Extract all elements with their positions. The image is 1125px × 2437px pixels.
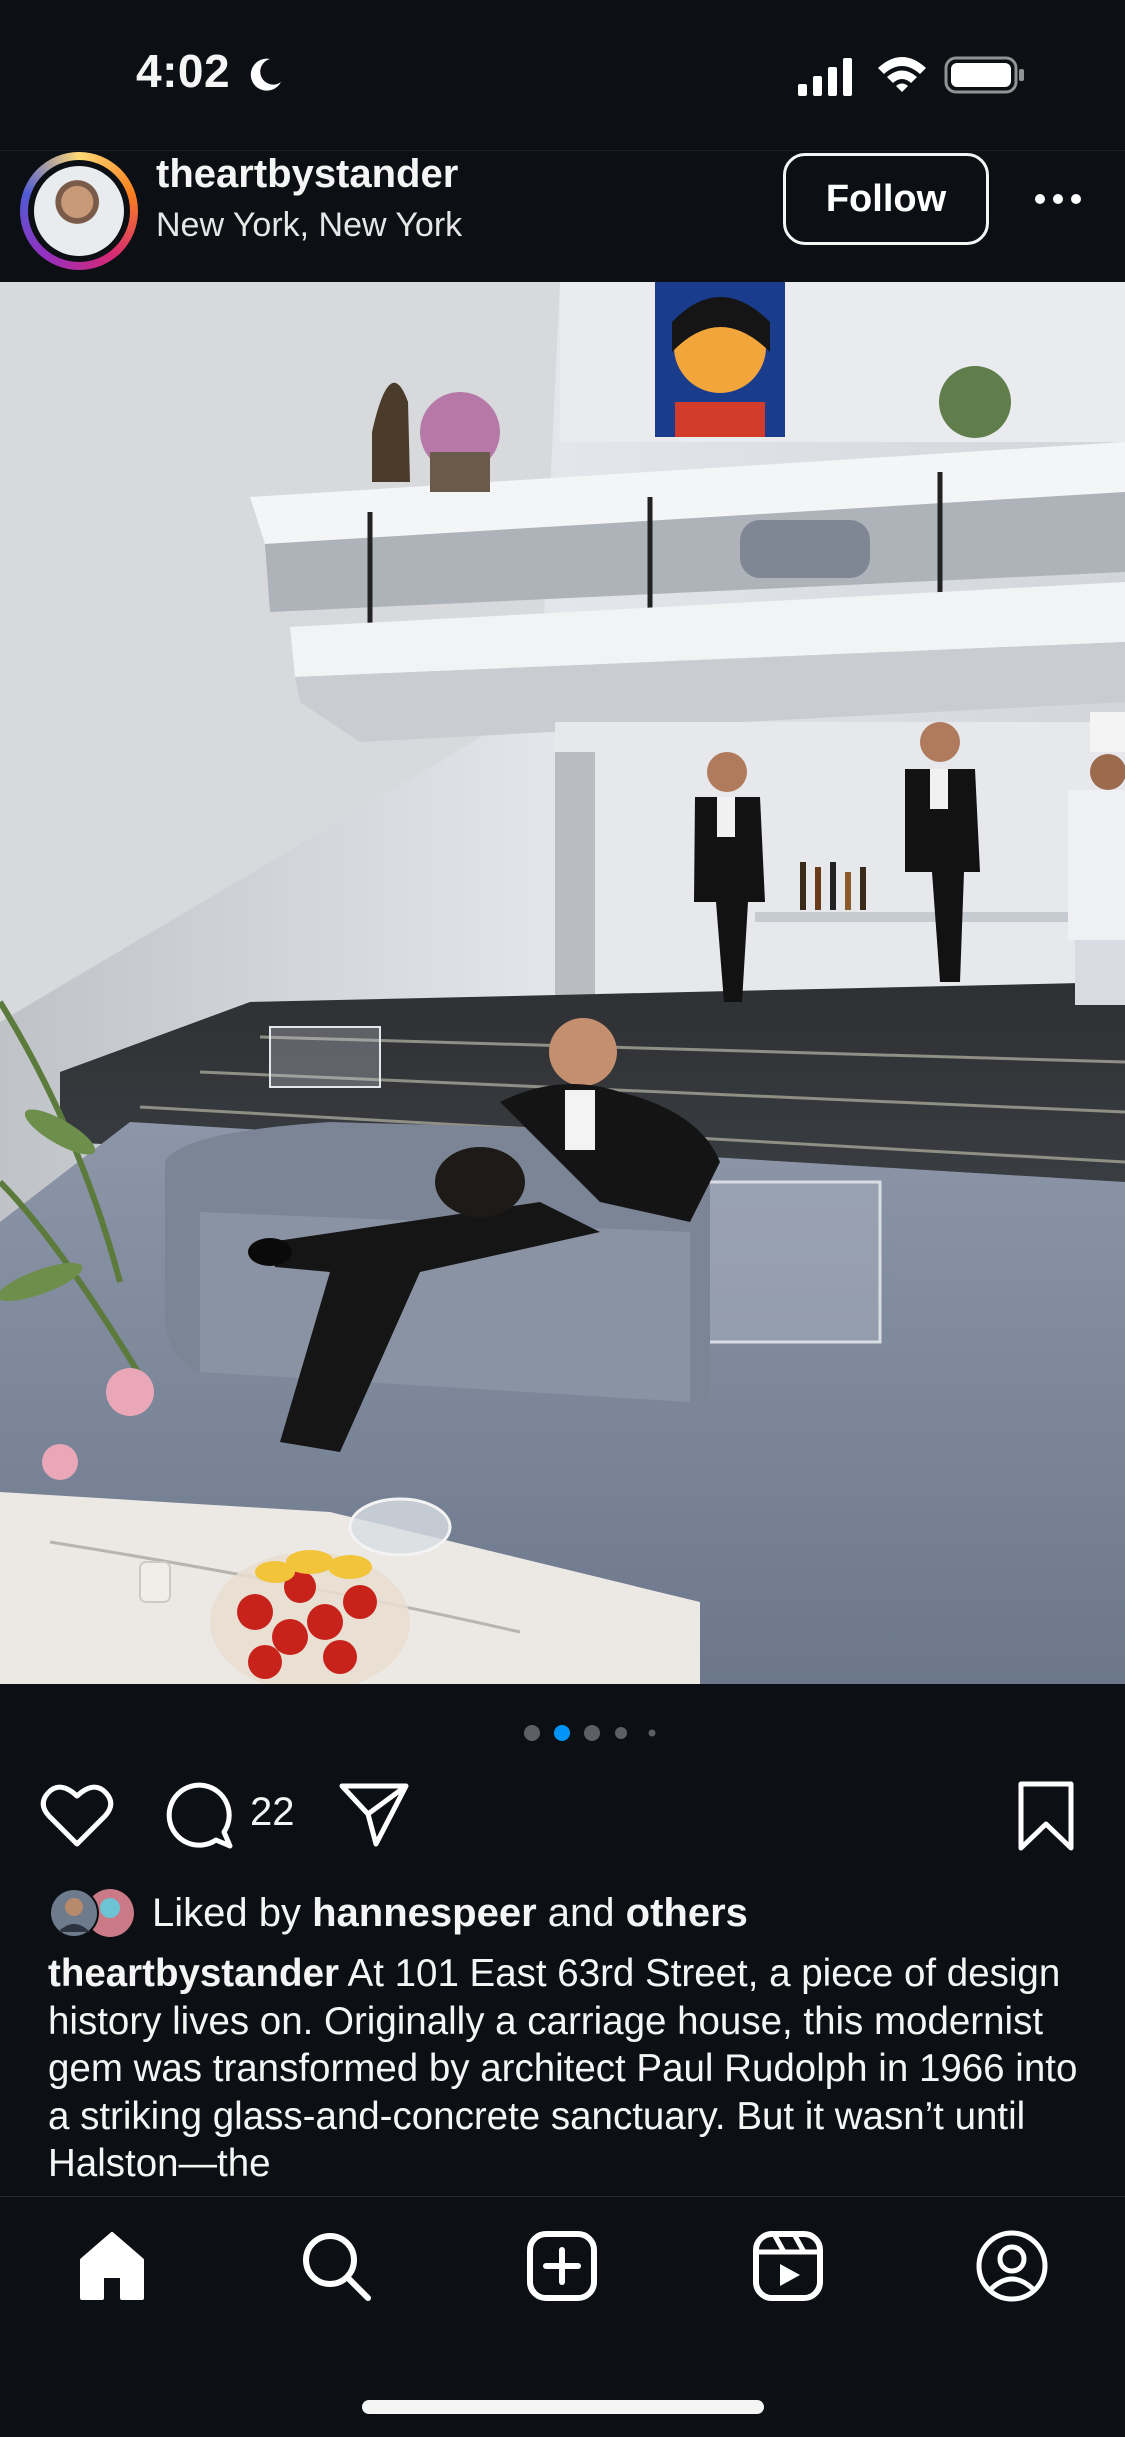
battery-icon [944, 56, 1024, 94]
post-photo[interactable] [0, 282, 1125, 1684]
carousel-dot [524, 1725, 540, 1741]
liked-by-connector: and [547, 1891, 615, 1935]
liked-by-prefix: Liked by [152, 1891, 301, 1935]
caption-username[interactable]: theartbystander [48, 1952, 339, 1995]
liker-avatars[interactable] [46, 1886, 142, 1940]
save-bookmark-icon[interactable] [1016, 1780, 1076, 1852]
follow-button[interactable]: Follow [783, 153, 989, 245]
home-icon[interactable] [74, 2228, 150, 2304]
reels-icon[interactable] [750, 2228, 826, 2304]
liked-by-others[interactable]: others [626, 1891, 748, 1935]
carousel-dot-active [554, 1725, 570, 1741]
liked-by-text[interactable]: Liked by hannespeer and others [152, 1891, 748, 1936]
carousel-dot [615, 1727, 627, 1739]
home-indicator [362, 2400, 764, 2414]
liked-by-user[interactable]: hannespeer [312, 1891, 537, 1935]
post-username[interactable]: theartbystander [156, 152, 458, 197]
comment-count[interactable]: 22 [250, 1790, 295, 1835]
share-send-icon[interactable] [338, 1780, 410, 1848]
carousel-dot [584, 1725, 600, 1741]
status-time: 4:02 [136, 45, 231, 97]
cellular-signal-icon [798, 58, 852, 96]
profile-icon[interactable] [974, 2228, 1050, 2304]
wifi-icon [878, 57, 926, 92]
carousel-indicator [524, 1725, 656, 1741]
avatar[interactable] [34, 166, 124, 256]
comment-icon[interactable] [164, 1780, 234, 1850]
more-options-icon[interactable] [1030, 186, 1086, 212]
post-location[interactable]: New York, New York [156, 206, 462, 245]
search-icon[interactable] [298, 2228, 374, 2304]
carousel-dot [648, 1729, 656, 1737]
do-not-disturb-moon-icon [250, 58, 281, 91]
create-post-icon[interactable] [524, 2228, 600, 2304]
like-heart-icon[interactable] [40, 1782, 114, 1848]
post-caption[interactable]: theartbystander At 101 East 63rd Street,… [48, 1950, 1088, 2192]
